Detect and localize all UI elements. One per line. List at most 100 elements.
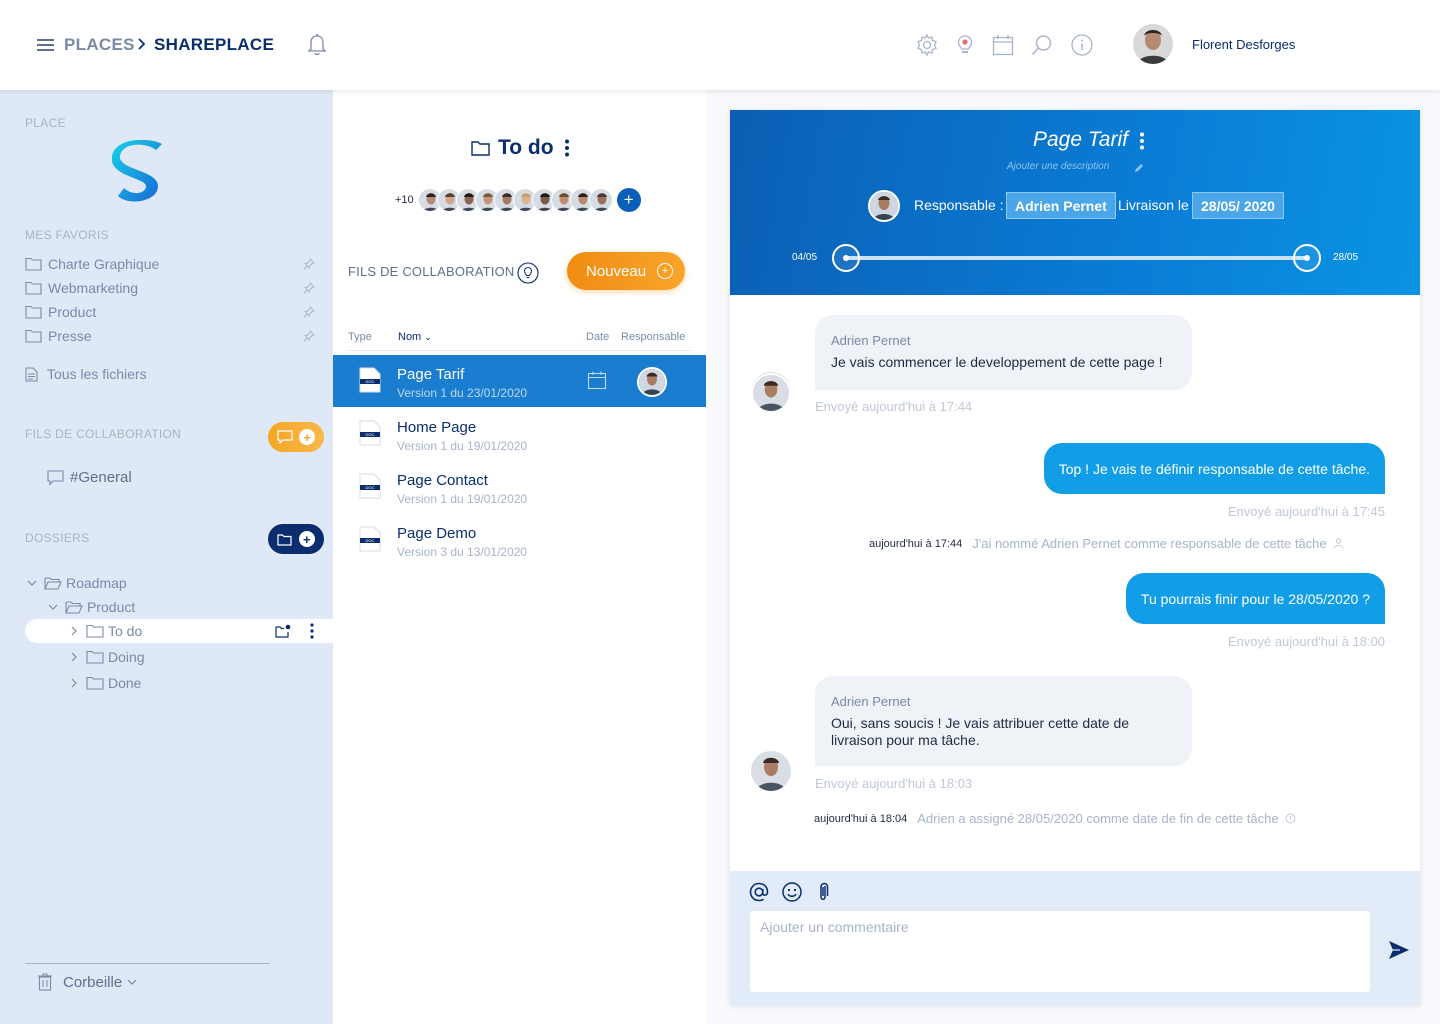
column-responsible[interactable]: Responsable [621, 331, 685, 343]
file-row[interactable]: DOC Page Contact Version 1 du 19/01/2020 [333, 461, 706, 513]
bulb-icon[interactable] [517, 262, 539, 284]
doc-file-icon: DOC [359, 473, 381, 499]
share-folder-icon[interactable] [275, 624, 291, 638]
kebab-menu-icon[interactable] [1139, 132, 1145, 150]
add-folder-button[interactable]: + [268, 524, 324, 554]
message-sender: Adrien Pernet [831, 694, 911, 709]
slider-start-handle[interactable] [832, 244, 860, 272]
assignee-avatar[interactable] [751, 373, 791, 413]
message-text: Je vais commencer le developpement de ce… [831, 354, 1163, 370]
mention-icon[interactable] [748, 881, 770, 903]
favorite-label: Webmarketing [48, 280, 139, 296]
file-row[interactable]: DOC Page Tarif Version 1 du 23/01/2020 [333, 355, 706, 407]
add-collab-button[interactable]: + [268, 422, 324, 452]
gear-icon[interactable] [915, 33, 939, 57]
search-icon[interactable] [1030, 33, 1054, 57]
user-name[interactable]: Florent Desforges [1192, 37, 1295, 52]
favorite-item[interactable]: Product [25, 302, 315, 322]
message-sender: Adrien Pernet [831, 333, 911, 348]
channel-general[interactable]: #General [47, 469, 132, 486]
all-files-link[interactable]: Tous les fichiers [25, 366, 147, 382]
task-title[interactable]: Page Tarif [1033, 128, 1128, 152]
comment-input[interactable] [750, 911, 1370, 992]
date-range-track[interactable] [847, 256, 1307, 260]
file-list-panel: To do +10 + FILS DE COLLABORATION Nouvea… [333, 90, 706, 1024]
attachment-icon[interactable] [812, 881, 834, 903]
file-row[interactable]: DOC Page Demo Version 3 du 13/01/2020 [333, 514, 706, 566]
slider-end-date: 28/05 [1333, 252, 1359, 263]
kebab-menu-icon[interactable] [564, 139, 570, 157]
tree-item[interactable]: Product [47, 595, 135, 619]
favorite-item[interactable]: Charte Graphique [25, 254, 315, 274]
folders-section-label: DOSSIERS [25, 531, 90, 545]
menu-icon[interactable] [37, 38, 54, 52]
pin-icon[interactable] [303, 282, 315, 294]
file-row[interactable]: DOC Home Page Version 1 du 19/01/2020 [333, 408, 706, 460]
slider-start-date: 04/05 [792, 252, 818, 263]
chevron-right-icon[interactable] [68, 651, 80, 663]
file-version: Version 1 du 23/01/2020 [397, 386, 528, 400]
file-name: Home Page [397, 419, 477, 436]
message-text: Tu pourrais finir pour le 28/05/2020 ? [1140, 590, 1370, 607]
clock-icon [1285, 813, 1296, 824]
calendar-icon[interactable] [991, 33, 1015, 57]
responsible-avatar[interactable] [637, 367, 667, 397]
collab-label: FILS DE COLLABORATION [348, 264, 515, 279]
chevron-down-icon[interactable] [26, 577, 38, 589]
pin-icon[interactable] [303, 306, 315, 318]
comment-composer [730, 871, 1420, 1005]
info-icon[interactable] [1070, 33, 1094, 57]
favorite-item[interactable]: Presse [25, 326, 315, 346]
tree-item[interactable]: Doing [68, 645, 145, 669]
pencil-icon[interactable] [1134, 163, 1144, 173]
pin-icon[interactable] [303, 330, 315, 342]
message-out: Top ! Je vais te définir responsable de … [1043, 443, 1385, 494]
tree-item[interactable]: Done [68, 671, 141, 695]
member-avatar[interactable] [588, 188, 613, 212]
tree-item[interactable]: To do [68, 619, 142, 643]
doc-file-icon: DOC [359, 420, 381, 446]
plus-icon: + [299, 429, 315, 445]
trash-link[interactable]: Corbeille [37, 973, 148, 991]
task-header: Page Tarif Ajouter une description Respo… [730, 110, 1420, 295]
calendar-icon[interactable] [587, 370, 607, 390]
favorite-item[interactable]: Webmarketing [25, 278, 315, 298]
add-member-button[interactable]: + [616, 188, 641, 212]
new-button[interactable]: Nouveau + [567, 252, 685, 290]
favorite-label: Charte Graphique [48, 256, 160, 272]
tree-item[interactable]: Roadmap [26, 571, 127, 595]
collab-section-label: FILS DE COLLABORATION [25, 427, 182, 441]
column-type[interactable]: Type [348, 331, 372, 343]
all-files-label: Tous les fichiers [47, 366, 147, 382]
breadcrumb-current[interactable]: SHAREPLACE [154, 35, 274, 55]
message-in: Adrien Pernet Je vais commencer le devel… [815, 315, 1192, 390]
file-icon [25, 366, 38, 382]
kebab-menu-icon[interactable] [309, 623, 315, 639]
favorite-label: Product [48, 304, 97, 320]
member-avatars[interactable]: +10 + [395, 188, 641, 212]
column-date[interactable]: Date [586, 331, 609, 343]
event-text: J'ai nommé Adrien Pernet comme responsab… [972, 536, 1327, 551]
chevron-down-icon[interactable] [47, 601, 59, 613]
message-text: Oui, sans soucis ! Je vais attribuer cet… [831, 715, 1130, 748]
divider [25, 963, 270, 964]
delivery-label: Livraison le [1118, 197, 1189, 213]
user-avatar[interactable] [1133, 24, 1173, 64]
chevron-right-icon[interactable] [68, 677, 80, 689]
bulb-icon[interactable] [953, 33, 977, 57]
slider-end-handle[interactable] [1293, 244, 1321, 272]
emoji-icon[interactable] [781, 881, 803, 903]
avatar[interactable] [751, 751, 791, 791]
column-name[interactable]: Nom ⌄ [398, 331, 432, 343]
description-placeholder[interactable]: Ajouter une description [1007, 161, 1109, 172]
system-event: aujourd'hui à 18:04 Adrien a assigné 28/… [814, 811, 1296, 826]
breadcrumb-places[interactable]: PLACES [64, 35, 135, 55]
delivery-date-chip[interactable]: 28/05/ 2020 [1192, 192, 1284, 219]
responsible-avatar[interactable] [868, 190, 900, 222]
responsible-chip[interactable]: Adrien Pernet [1006, 192, 1116, 219]
message-meta: Envoyé aujourd'hui à 18:00 [1227, 634, 1385, 649]
bell-icon[interactable] [306, 33, 328, 57]
chevron-right-icon[interactable] [68, 625, 80, 637]
pin-icon[interactable] [303, 258, 315, 270]
send-icon[interactable] [1388, 940, 1410, 960]
